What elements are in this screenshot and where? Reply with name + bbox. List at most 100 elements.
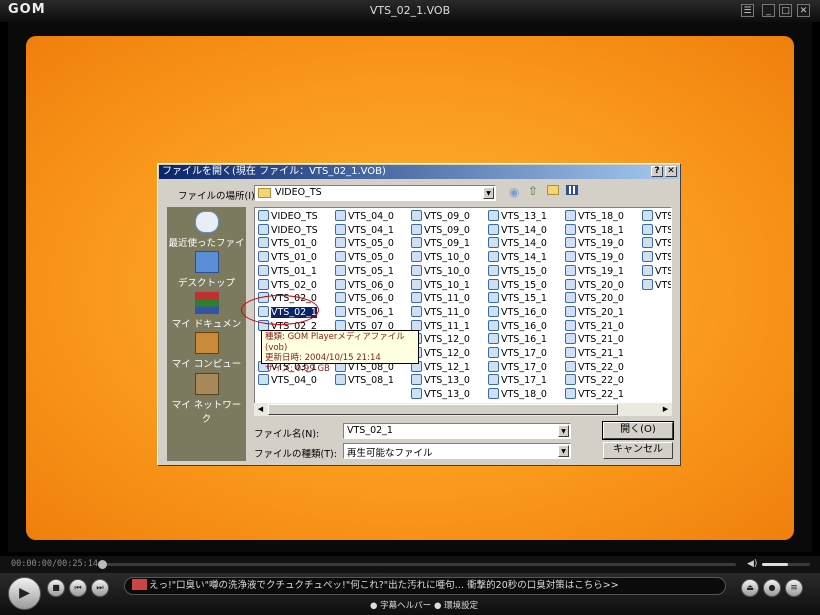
file-item[interactable]: VTS_09_0 <box>411 210 470 223</box>
view-menu-icon[interactable] <box>566 185 578 195</box>
file-item[interactable]: VTS_06_0 <box>335 292 394 305</box>
look-in-dropdown[interactable]: VIDEO_TS ▼ <box>254 185 496 201</box>
file-item[interactable]: VTS_13_1 <box>488 210 547 223</box>
open-button[interactable]: 開く(O) <box>602 421 674 440</box>
file-item[interactable]: VTS_18_1 <box>565 223 624 237</box>
file-item[interactable]: VTS_16_0 <box>488 305 547 319</box>
file-item[interactable]: VTS_10_0 <box>411 251 470 264</box>
file-item[interactable]: VTS_10_1 <box>411 278 470 292</box>
file-item[interactable]: VTS_17_0 <box>488 360 547 374</box>
file-item[interactable]: VTS_02_0 <box>258 278 317 292</box>
dialog-close-button[interactable]: ✕ <box>665 166 677 177</box>
file-item[interactable]: VTS_08_1 <box>335 374 394 387</box>
filetype-select[interactable]: 再生可能なファイル ▼ <box>343 443 571 459</box>
file-item[interactable]: VTS_16_0 <box>488 319 547 333</box>
file-item[interactable]: VTS_04_0 <box>335 210 394 223</box>
seek-handle[interactable] <box>98 560 107 569</box>
volume-icon[interactable]: ◀) <box>747 559 757 569</box>
file-item[interactable]: VTS_13_0 <box>411 388 470 401</box>
maximize-button[interactable]: □ <box>779 4 792 17</box>
file-item[interactable]: VTS_06_1 <box>335 305 394 319</box>
file-item[interactable]: VTS_01_0 <box>258 251 317 264</box>
file-item[interactable]: VTS_16_1 <box>488 333 547 346</box>
subtitle-helper-link[interactable]: ● 字幕ヘルパー <box>370 599 431 611</box>
seek-track[interactable] <box>98 560 736 569</box>
file-item[interactable]: VTS_11_0 <box>411 305 470 319</box>
file-item[interactable]: VTS_18_0 <box>488 388 547 401</box>
back-icon[interactable]: ◉ <box>509 185 519 199</box>
previous-button[interactable]: ⏮ <box>69 579 87 597</box>
file-item[interactable]: VTS_12_0 <box>411 333 470 346</box>
file-item[interactable]: VTS_04_1 <box>335 223 394 237</box>
file-item[interactable]: VTS_05_1 <box>335 264 394 278</box>
file-item[interactable]: VTS_14_1 <box>488 251 547 264</box>
file-item[interactable]: VTS_20_1 <box>565 305 624 319</box>
file-item[interactable]: VTS_09_1 <box>411 237 470 250</box>
file-item[interactable]: VTS_21_0 <box>565 333 624 346</box>
file-item[interactable]: VTS_19_1 <box>565 264 624 278</box>
scroll-left-icon[interactable]: ◀ <box>254 403 267 416</box>
file-item[interactable]: VTS_14_0 <box>488 223 547 237</box>
file-item[interactable]: VTS_06_0 <box>335 278 394 292</box>
file-item[interactable]: VTS_15_1 <box>488 292 547 305</box>
file-item[interactable]: VTS_04_0 <box>258 374 317 387</box>
open-file-button[interactable]: ⏏ <box>741 579 759 597</box>
file-item[interactable]: VTS_14_0 <box>488 237 547 250</box>
volume-track[interactable] <box>762 563 810 566</box>
file-item[interactable]: VTS_05_0 <box>335 251 394 264</box>
horizontal-scrollbar[interactable]: ◀ ▶ <box>254 403 672 416</box>
preferences-link[interactable]: ● 環境設定 <box>434 599 478 611</box>
file-item[interactable]: VTS <box>642 264 671 278</box>
settings-button[interactable]: ● <box>763 579 781 597</box>
file-item[interactable]: VTS_01_1 <box>258 264 317 278</box>
new-folder-icon[interactable] <box>547 185 559 195</box>
file-item[interactable]: VTS_12_1 <box>411 360 470 374</box>
file-item[interactable]: VTS_21_1 <box>565 347 624 360</box>
stop-button[interactable]: ■ <box>47 579 65 597</box>
file-item[interactable]: VTS <box>642 278 671 292</box>
menu-button[interactable]: ≡ <box>785 579 803 597</box>
file-item[interactable]: VTS_05_0 <box>335 237 394 250</box>
file-item[interactable]: VTS_12_0 <box>411 347 470 360</box>
file-item[interactable]: VTS_20_0 <box>565 278 624 292</box>
minimize-button[interactable]: _ <box>762 4 775 17</box>
file-item[interactable]: VTS_22_0 <box>565 374 624 387</box>
places-my-network[interactable]: マイ ネットワーク <box>167 373 246 425</box>
chevron-down-icon[interactable]: ▼ <box>483 187 494 199</box>
file-item[interactable]: VTS_18_0 <box>565 210 624 223</box>
file-item[interactable]: VTS <box>642 251 671 264</box>
file-item[interactable]: VTS_09_0 <box>411 223 470 237</box>
places-desktop[interactable]: デスクトップ <box>167 251 246 289</box>
file-item[interactable]: VTS_10_0 <box>411 264 470 278</box>
file-item[interactable]: VTS_20_0 <box>565 292 624 305</box>
news-ticker[interactable]: えっ!"口臭い"噂の洗浄液でクチュクチュペッ!"何これ?"出た汚れに唖句… 衝撃… <box>124 577 726 595</box>
help-button[interactable]: ? <box>651 166 663 177</box>
file-item[interactable]: VIDEO_TS <box>258 210 318 223</box>
file-item[interactable]: VTS <box>642 210 671 223</box>
file-item[interactable]: VTS_22_0 <box>565 360 624 374</box>
file-item[interactable]: VTS_19_0 <box>565 251 624 264</box>
cancel-button[interactable]: キャンセル <box>603 442 673 459</box>
file-item[interactable]: VTS_11_0 <box>411 292 470 305</box>
file-item[interactable]: VTS_01_0 <box>258 237 317 250</box>
up-folder-icon[interactable]: ⇧ <box>528 184 538 198</box>
scrollbar-thumb[interactable] <box>268 404 618 415</box>
dialog-title-bar[interactable]: ファイルを開く(現在 ファイル：VTS_02_1.VOB) <box>159 165 679 179</box>
next-button[interactable]: ⏭ <box>91 579 109 597</box>
filename-input[interactable]: VTS_02_1 ▼ <box>343 423 571 439</box>
file-item[interactable]: VTS <box>642 237 671 250</box>
close-button[interactable]: ✕ <box>797 4 810 17</box>
chevron-down-icon[interactable]: ▼ <box>558 425 569 437</box>
file-item[interactable]: VTS_22_1 <box>565 388 624 401</box>
file-item[interactable]: VTS_13_0 <box>411 374 470 387</box>
file-item[interactable]: VTS_11_1 <box>411 319 470 333</box>
file-item[interactable]: VIDEO_TS <box>258 223 318 237</box>
file-item[interactable]: VTS_15_0 <box>488 264 547 278</box>
file-item[interactable]: VTS_19_0 <box>565 237 624 250</box>
scroll-right-icon[interactable]: ▶ <box>659 403 672 416</box>
file-item[interactable]: VTS <box>642 223 671 237</box>
file-item[interactable]: VTS_17_1 <box>488 374 547 387</box>
file-item[interactable]: VTS_15_0 <box>488 278 547 292</box>
file-item[interactable]: VTS_17_0 <box>488 347 547 360</box>
playlist-button[interactable]: ☰ <box>741 4 754 17</box>
